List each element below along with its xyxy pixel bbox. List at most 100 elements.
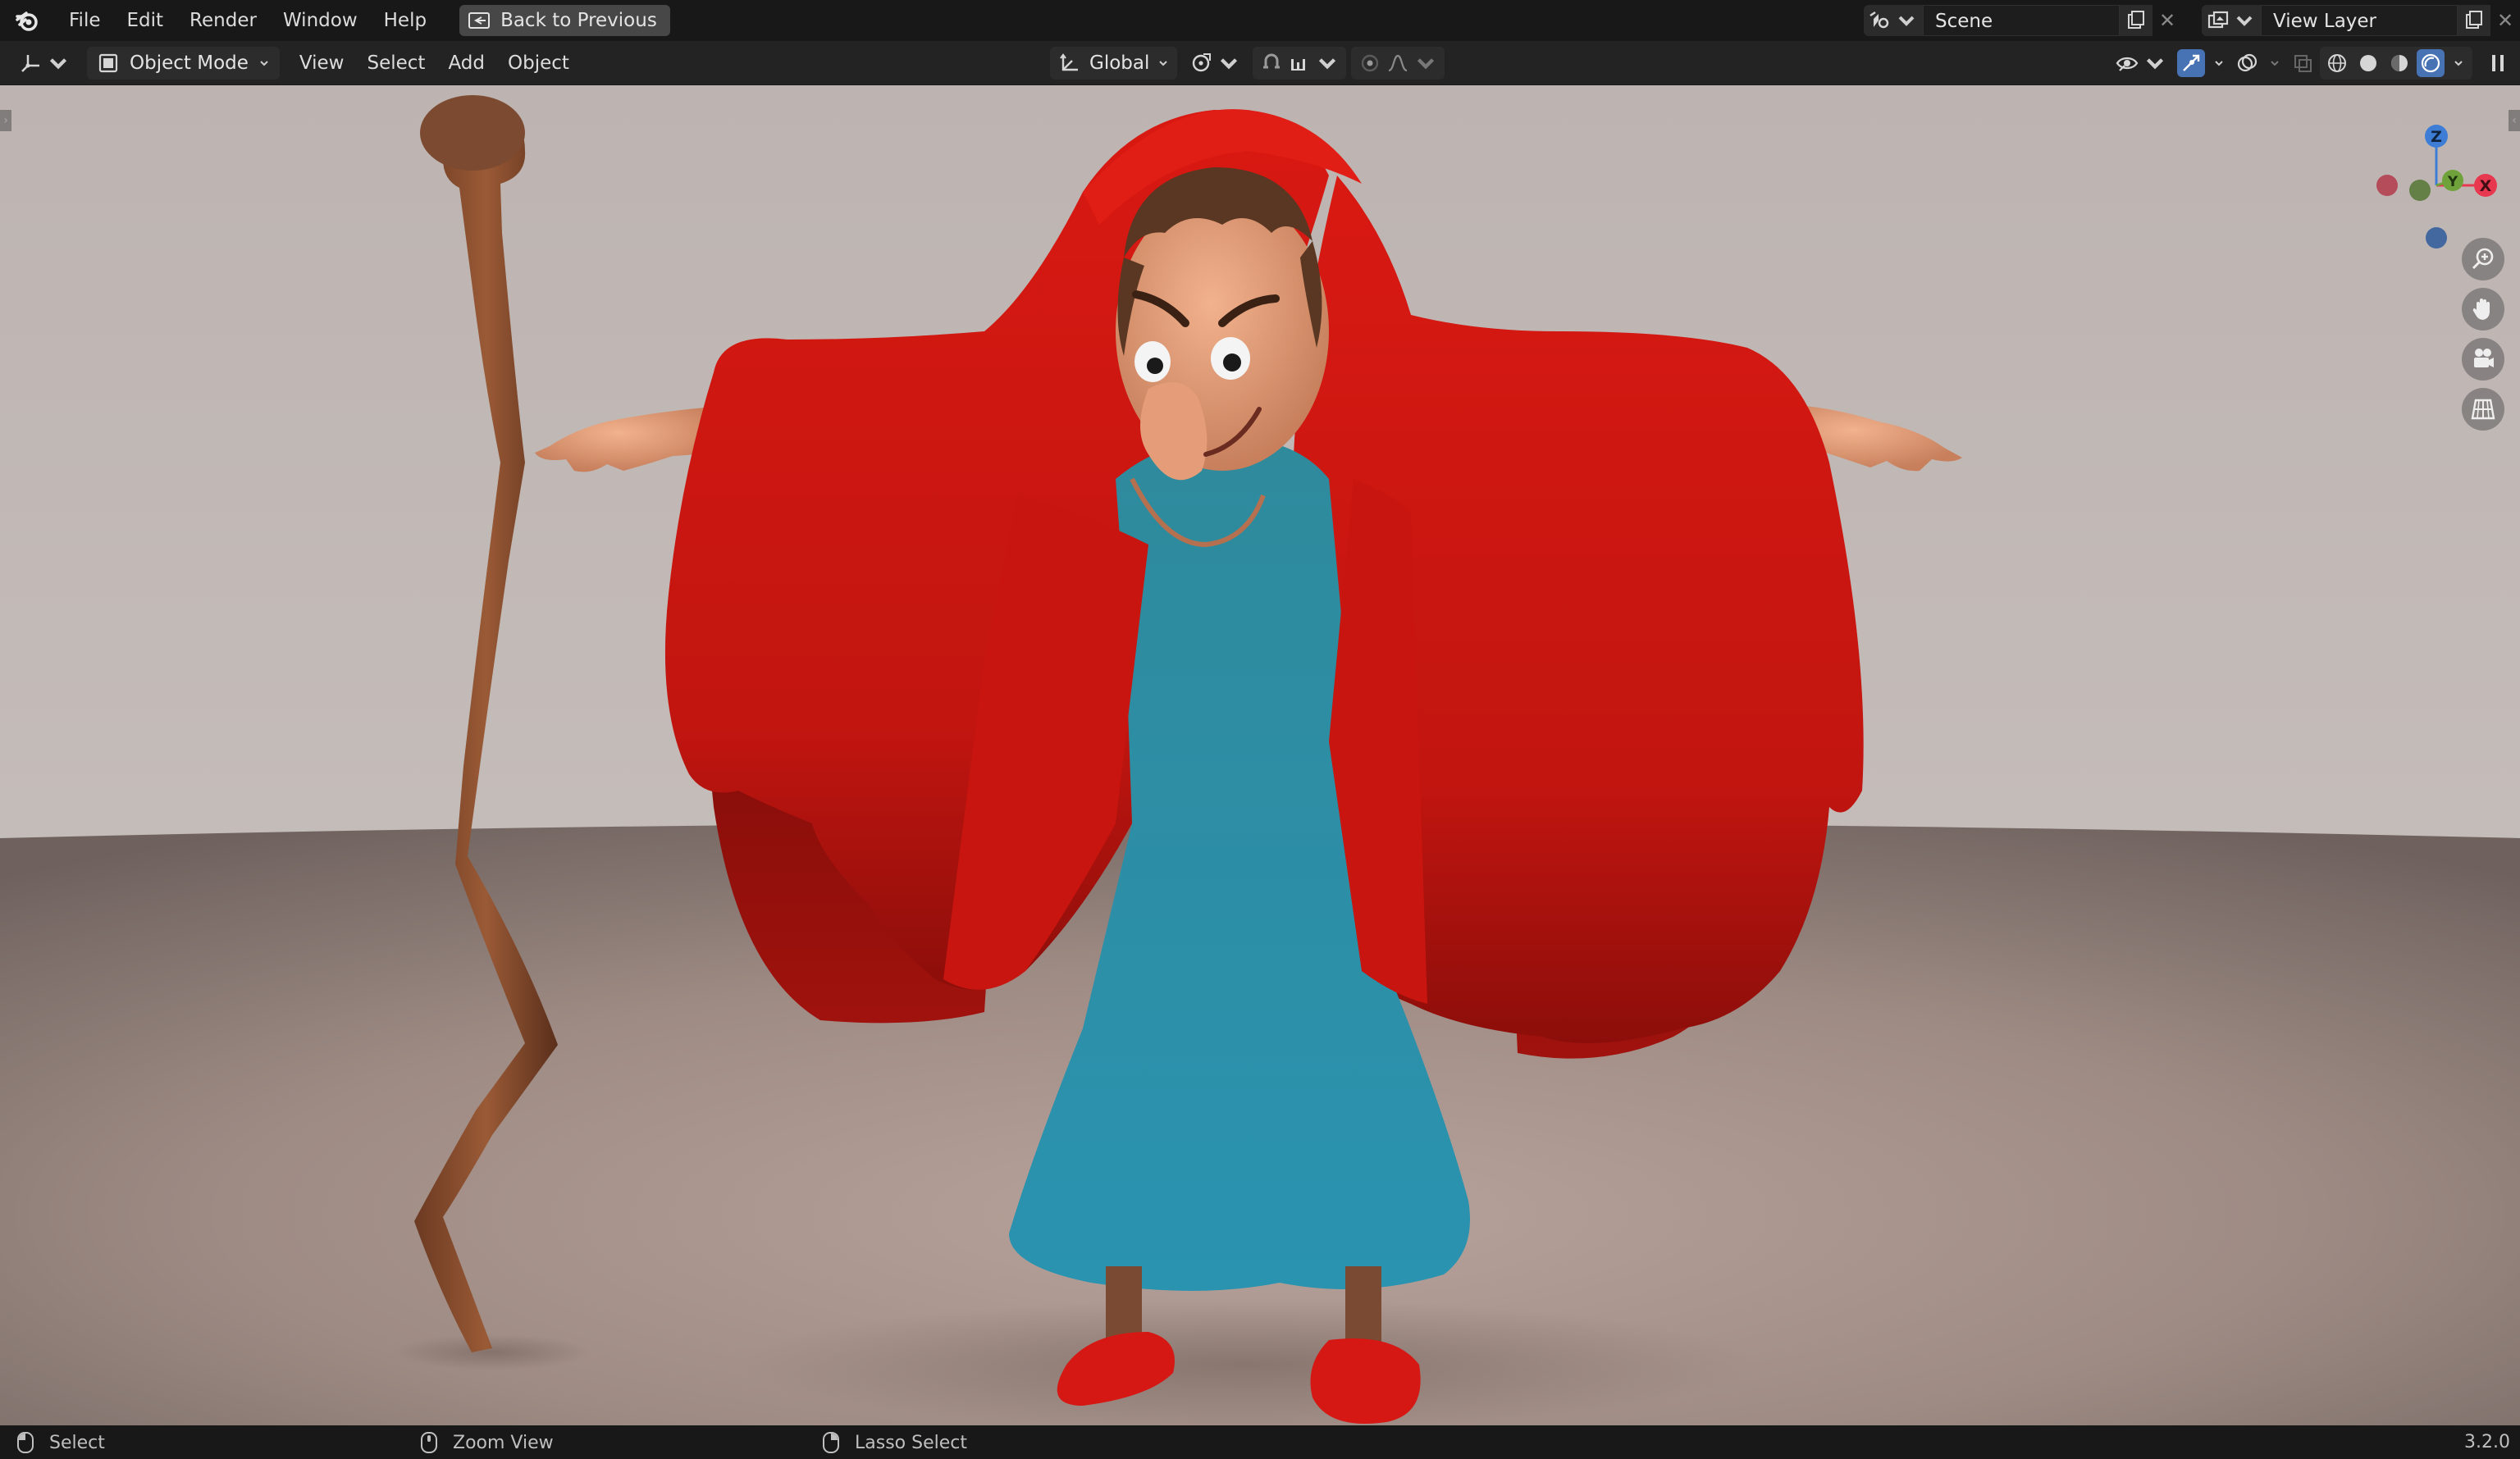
projection-toggle-button[interactable] (2462, 388, 2504, 431)
mouse-middle-icon (421, 1432, 437, 1453)
scene-name-field[interactable]: Scene (1923, 5, 2120, 36)
menu-file[interactable]: File (56, 4, 114, 37)
grid-icon (2471, 399, 2495, 420)
chevron-down-icon (1418, 58, 1435, 70)
xray-toggle[interactable] (2289, 49, 2317, 77)
snap-icon (1263, 53, 1281, 69)
menu-add[interactable]: Add (436, 47, 496, 80)
view-layer-browse-button[interactable] (2202, 5, 2261, 36)
chevron-down-icon[interactable] (2453, 57, 2464, 69)
proportional-editing-toggle[interactable] (1351, 47, 1445, 80)
mouse-left-icon (17, 1432, 34, 1453)
hand-icon (2472, 299, 2490, 320)
transform-tools: Global (1050, 47, 1445, 80)
delete-view-layer-button[interactable]: ✕ (2490, 5, 2520, 36)
chevron-down-icon (1159, 61, 1168, 66)
chevron-down-icon[interactable] (2213, 57, 2225, 69)
scene-and-layer-selectors: Scene ✕ View Layer ✕ (1864, 5, 2520, 36)
gizmo-y-label: Y (2447, 174, 2458, 190)
rendered-scene[interactable] (0, 85, 2520, 1425)
pivot-icon (1193, 53, 1212, 72)
snap-increment-icon (1291, 59, 1306, 71)
menu-render[interactable]: Render (176, 4, 270, 37)
rendered-shading-icon (2421, 53, 2440, 73)
pivot-point-dropdown[interactable] (1182, 47, 1248, 80)
status-select-label: Select (49, 1432, 105, 1453)
zoom-icon (2472, 248, 2494, 270)
shading-modes (2320, 47, 2472, 80)
menu-help[interactable]: Help (371, 4, 440, 37)
transform-orientation-dropdown[interactable]: Global (1050, 47, 1178, 80)
proportional-icon (1362, 54, 1379, 72)
chevron-down-icon (2146, 58, 2164, 70)
sidebar-panel-toggle[interactable]: ‹ (2509, 110, 2520, 131)
wireframe-shading-button[interactable] (2323, 49, 2351, 77)
wireframe-shading-icon (2328, 54, 2346, 72)
gizmo-x-label: X (2480, 177, 2492, 195)
transform-orientation-icon (1060, 53, 1078, 71)
orientation-label: Global (1089, 52, 1150, 74)
object-mode-dropdown[interactable]: Object Mode (87, 46, 280, 80)
gizmo-icon (2183, 54, 2200, 71)
chevron-down-icon (49, 57, 67, 69)
back-to-previous-button[interactable]: Back to Previous (459, 5, 670, 36)
editor-type-icon (21, 54, 39, 72)
snap-toggle[interactable] (1253, 47, 1347, 80)
solid-shading-icon (2360, 55, 2376, 71)
chevron-down-icon (1221, 58, 1238, 70)
new-scene-button[interactable] (2120, 5, 2152, 36)
new-view-layer-icon (2466, 11, 2482, 29)
menu-window[interactable]: Window (270, 4, 371, 37)
sidebar-toggle[interactable] (2484, 49, 2512, 77)
camera-view-button[interactable] (2462, 338, 2504, 381)
view-layer-icon (2207, 11, 2229, 29)
gizmo-neg-z (2426, 227, 2447, 248)
chevron-down-icon[interactable] (2269, 57, 2280, 69)
chevron-down-icon (1898, 16, 1915, 26)
camera-icon (2474, 349, 2494, 367)
new-scene-icon (2128, 11, 2144, 29)
solid-shading-button[interactable] (2354, 49, 2382, 77)
falloff-icon (1388, 54, 1408, 72)
menu-select[interactable]: Select (355, 47, 436, 80)
gizmo-toggle[interactable] (2177, 49, 2205, 77)
xray-icon (2294, 55, 2312, 72)
overlay-icon (2237, 53, 2258, 72)
zoom-button[interactable] (2462, 238, 2504, 280)
delete-scene-button[interactable]: ✕ (2152, 5, 2182, 36)
new-view-layer-button[interactable] (2458, 5, 2490, 36)
material-shading-button[interactable] (2385, 49, 2413, 77)
blender-logo-icon[interactable] (15, 8, 39, 33)
object-mode-icon (98, 53, 118, 72)
visibility-icon (2116, 57, 2139, 71)
pause-icon (2492, 55, 2504, 71)
overlay-toggle[interactable] (2233, 49, 2261, 77)
material-shading-icon (2391, 55, 2408, 71)
chevron-down-icon (2236, 16, 2253, 26)
gizmo-neg-x (2376, 175, 2398, 196)
viewport-header: Object Mode View Select Add Object Globa… (0, 41, 2520, 85)
rendered-shading-button[interactable] (2417, 49, 2445, 77)
editor-type-button[interactable] (11, 47, 77, 80)
scene-browse-button[interactable] (1864, 5, 1923, 36)
viewport-display-tools (2108, 47, 2512, 80)
menu-edit[interactable]: Edit (114, 4, 177, 37)
pan-button[interactable] (2462, 288, 2504, 331)
gizmo-z-label: Z (2431, 128, 2442, 146)
mouse-right-icon (823, 1432, 839, 1453)
status-zoom-label: Zoom View (453, 1432, 554, 1453)
chevron-down-icon (260, 60, 268, 66)
visibility-dropdown[interactable] (2108, 47, 2174, 80)
object-mode-label: Object Mode (130, 52, 249, 74)
scene-icon (1869, 11, 1889, 29)
status-select: Select (16, 1430, 105, 1455)
gizmo-neg-y (2409, 180, 2431, 201)
menu-object[interactable]: Object (496, 47, 581, 80)
view-layer-name-field[interactable]: View Layer (2261, 5, 2458, 36)
3d-viewport[interactable]: › ‹ Z X Y (0, 85, 2520, 1425)
status-lasso-label: Lasso Select (855, 1432, 967, 1453)
toolbar-toggle[interactable]: › (0, 110, 11, 131)
back-label: Back to Previous (500, 10, 657, 31)
menu-view[interactable]: View (288, 47, 356, 80)
navigation-gizmo[interactable]: Z X Y (2362, 102, 2510, 249)
